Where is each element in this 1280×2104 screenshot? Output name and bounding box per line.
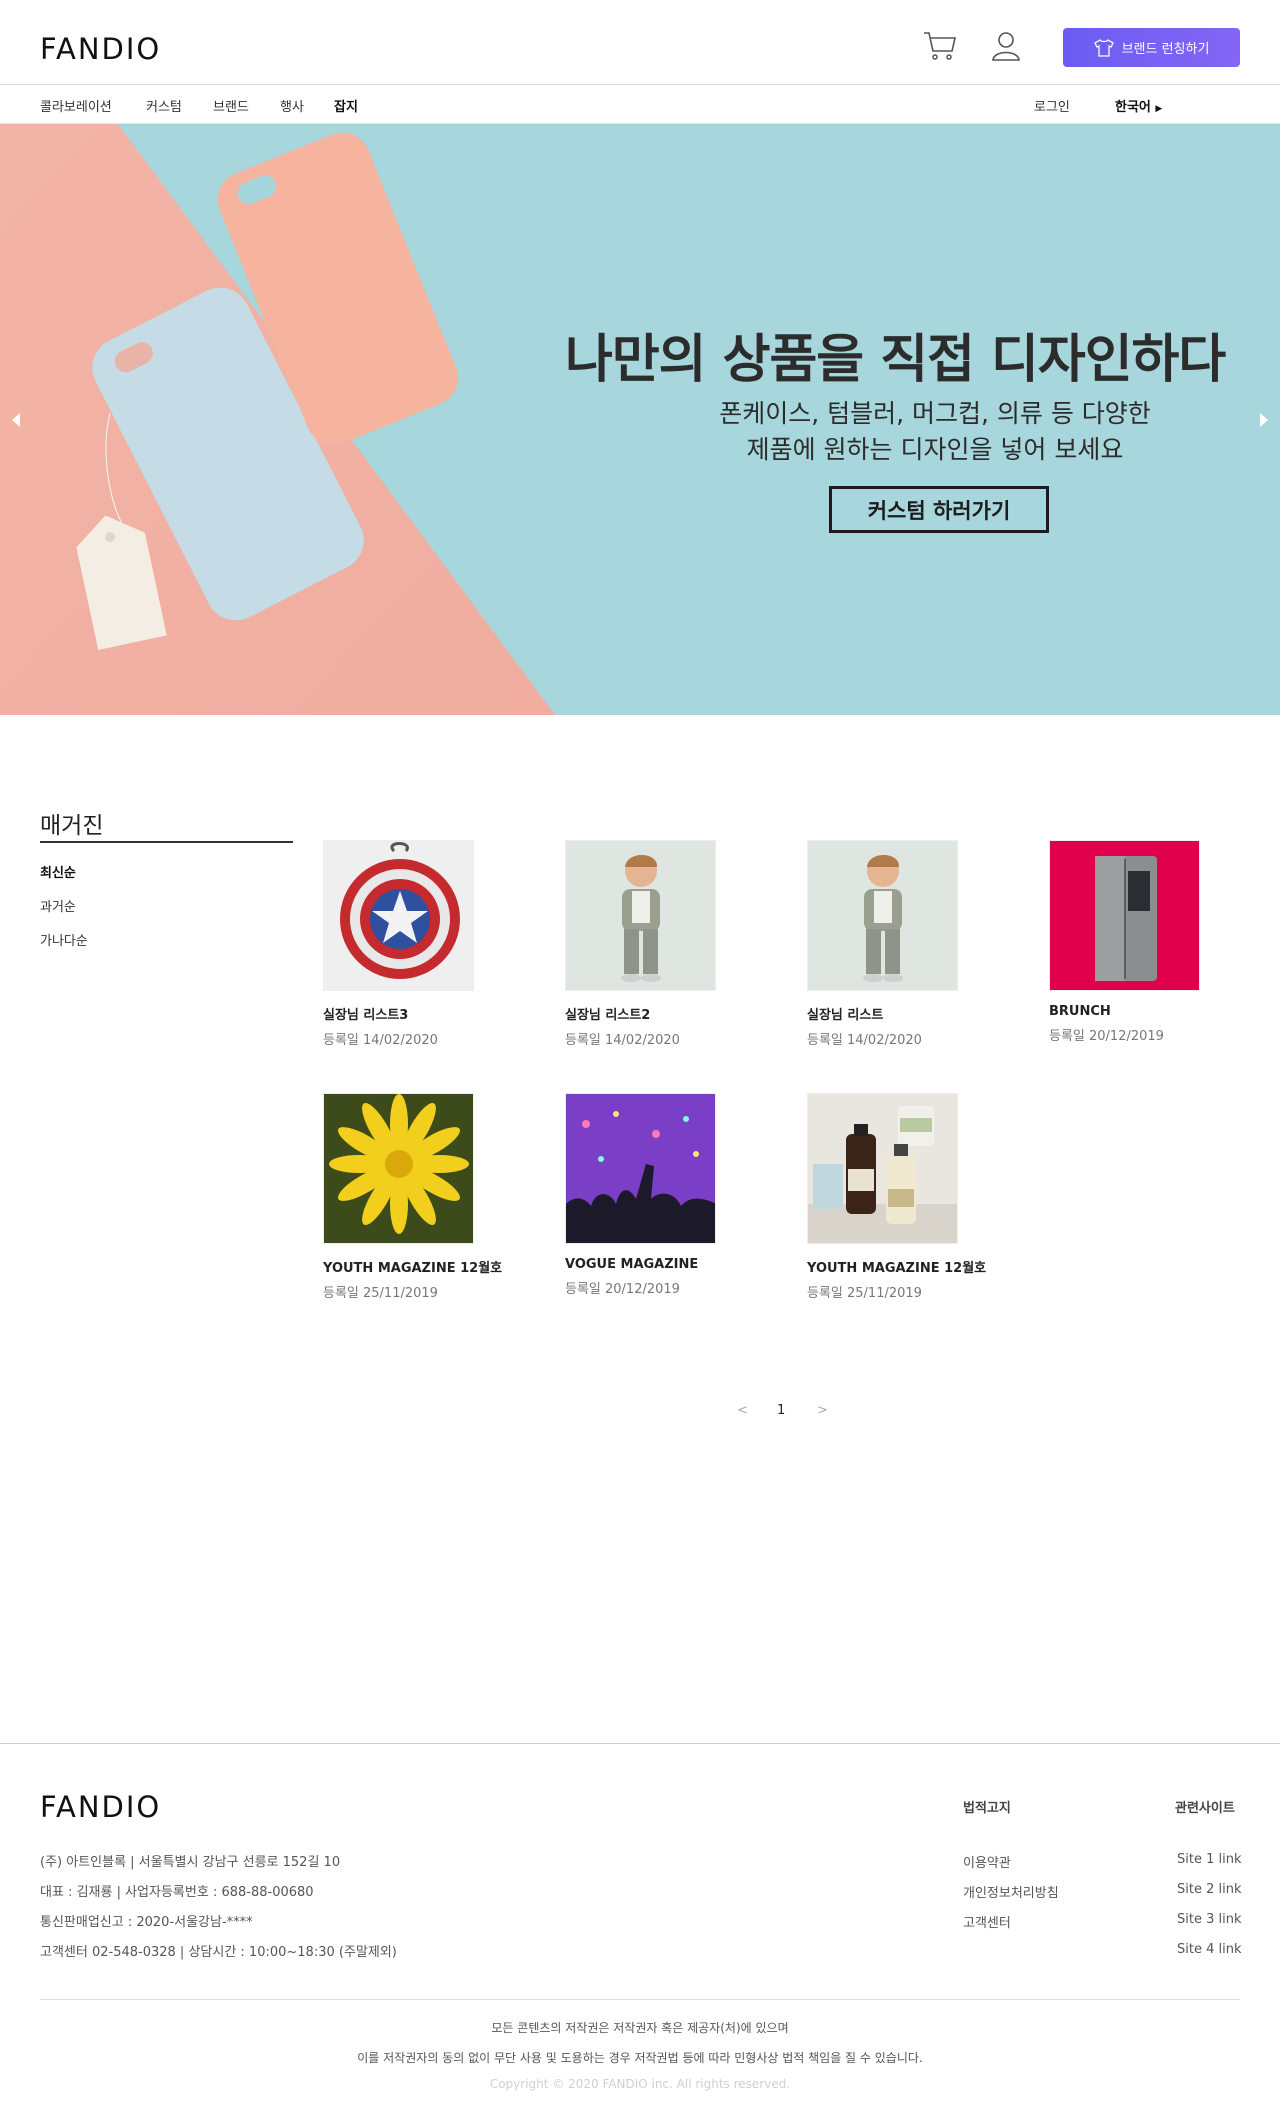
magazine-thumbnail: [565, 840, 716, 991]
magazine-thumbnail: [323, 1093, 474, 1244]
magazine-title: 실장님 리스트2: [565, 1008, 651, 1023]
magazine-card[interactable]: 실장님 리스트3 등록일 14/02/2020: [323, 840, 478, 1048]
pagination: < 1 >: [0, 1403, 1280, 1423]
magazine-card[interactable]: YOUTH MAGAZINE 12월호 등록일 25/11/2019: [807, 1093, 987, 1301]
hero-subtitle-line-1: 폰케이스, 텀블러, 머그컵, 의류 등 다양한: [719, 399, 1151, 428]
page-number[interactable]: 1: [777, 1403, 785, 1418]
magazine-card[interactable]: YOUTH MAGAZINE 12월호 등록일 25/11/2019: [323, 1093, 503, 1301]
sort-oldest[interactable]: 과거순: [40, 896, 76, 915]
page-prev-icon[interactable]: <: [737, 1403, 748, 1418]
magazine-thumbnail: [807, 840, 958, 991]
sidebar-title: 매거진: [40, 813, 104, 839]
tshirt-icon: [1093, 38, 1114, 57]
header: FANDIO 브랜드 런칭하기: [0, 0, 1280, 85]
magazine-card[interactable]: 실장님 리스트2 등록일 14/02/2020: [565, 840, 720, 1048]
sidebar-divider: [40, 841, 293, 843]
terms-link[interactable]: 이용약관: [963, 1852, 1011, 1871]
magazine-title: YOUTH MAGAZINE 12월호: [807, 1261, 987, 1276]
login-link[interactable]: 로그인: [1034, 96, 1070, 115]
sort-latest[interactable]: 최신순: [40, 862, 76, 881]
nav-item-brand[interactable]: 브랜드: [213, 96, 249, 115]
copyright-notice-2: 이를 저작권자의 동의 없이 무단 사용 및 도용하는 경우 저작권법 등에 따…: [357, 2051, 923, 2065]
magazine-date: 등록일 20/12/2019: [1049, 1029, 1164, 1044]
footer-logo[interactable]: FANDIO: [40, 1790, 161, 1824]
privacy-link[interactable]: 개인정보처리방침: [963, 1882, 1059, 1901]
site-2-link[interactable]: Site 2 link: [1177, 1882, 1242, 1897]
carousel-next-icon[interactable]: [1256, 410, 1272, 430]
ecommerce-info: 통신판매업신고 : 2020-서울강남-****: [40, 1915, 253, 1930]
support-link[interactable]: 고객센터: [963, 1912, 1011, 1931]
carousel-prev-icon[interactable]: [8, 410, 24, 430]
sort-alphabetical[interactable]: 가나다순: [40, 930, 88, 949]
magazine-title: 실장님 리스트: [807, 1008, 884, 1023]
site-4-link[interactable]: Site 4 link: [1177, 1942, 1242, 1957]
copyright-notice-3: Copyright © 2020 FANDIO inc. All rights …: [489, 2077, 791, 2091]
hero-title: 나만의 상품을 직접 디자인하다: [565, 330, 1226, 390]
main-nav: 콜라보레이션 커스텀 브랜드 행사 잡지 로그인 한국어 ▶: [0, 85, 1280, 124]
magazine-thumbnail: [807, 1093, 958, 1244]
page-next-icon[interactable]: >: [817, 1403, 828, 1418]
magazine-title: 실장님 리스트3: [323, 1008, 409, 1023]
nav-item-magazine[interactable]: 잡지: [334, 96, 358, 115]
language-label: 한국어: [1115, 100, 1151, 115]
magazine-thumbnail: [323, 840, 474, 991]
cart-icon[interactable]: [922, 30, 958, 62]
brand-launch-button[interactable]: 브랜드 런칭하기: [1063, 28, 1240, 67]
nav-item-collaboration[interactable]: 콜라보레이션: [40, 96, 112, 115]
footer-divider: [0, 1743, 1280, 1744]
nav-item-event[interactable]: 행사: [280, 96, 304, 115]
site-1-link[interactable]: Site 1 link: [1177, 1852, 1242, 1867]
site-3-link[interactable]: Site 3 link: [1177, 1912, 1242, 1927]
magazine-date: 등록일 25/11/2019: [323, 1286, 438, 1301]
brand-launch-label: 브랜드 런칭하기: [1121, 42, 1210, 57]
magazine-card[interactable]: BRUNCH 등록일 20/12/2019: [1049, 840, 1204, 1044]
user-icon[interactable]: [990, 30, 1022, 62]
company-info: (주) 아트인블록 | 서울특별시 강남구 선릉로 152길 10: [40, 1855, 341, 1870]
magazine-title: VOGUE MAGAZINE: [565, 1257, 699, 1272]
hero-subtitle: 폰케이스, 텀블러, 머그컵, 의류 등 다양한 제품에 원하는 디자인을 넣어…: [640, 396, 1230, 468]
custom-cta-button[interactable]: 커스텀 하러가기: [829, 486, 1049, 533]
hero-banner: 나만의 상품을 직접 디자인하다 폰케이스, 텀블러, 머그컵, 의류 등 다양…: [0, 124, 1280, 715]
hero-subtitle-line-2: 제품에 원하는 디자인을 넣어 보세요: [746, 435, 1124, 464]
magazine-title: BRUNCH: [1049, 1004, 1111, 1019]
logo[interactable]: FANDIO: [40, 32, 161, 66]
related-sites-title: 관련사이트: [1175, 1801, 1235, 1816]
magazine-date: 등록일 14/02/2020: [565, 1033, 680, 1048]
magazine-title: YOUTH MAGAZINE 12월호: [323, 1261, 503, 1276]
magazine-date: 등록일 25/11/2019: [807, 1286, 922, 1301]
magazine-thumbnail: [1049, 840, 1200, 991]
magazine-thumbnail: [565, 1093, 716, 1244]
caret-right-icon: ▶: [1155, 104, 1163, 114]
language-selector[interactable]: 한국어 ▶: [1115, 96, 1162, 115]
magazine-card[interactable]: VOGUE MAGAZINE 등록일 20/12/2019: [565, 1093, 720, 1297]
legal-title: 법적고지: [963, 1801, 1011, 1816]
magazine-date: 등록일 20/12/2019: [565, 1282, 680, 1297]
ceo-info: 대표 : 김재룡 | 사업자등록번호 : 688-88-00680: [40, 1885, 314, 1900]
magazine-card[interactable]: 실장님 리스트 등록일 14/02/2020: [807, 840, 962, 1048]
magazine-date: 등록일 14/02/2020: [323, 1033, 438, 1048]
customer-center-info: 고객센터 02-548-0328 | 상담시간 : 10:00~18:30 (주…: [40, 1945, 397, 1960]
footer-separator: [40, 1999, 1240, 2000]
magazine-date: 등록일 14/02/2020: [807, 1033, 922, 1048]
nav-item-custom[interactable]: 커스텀: [146, 96, 182, 115]
copyright-notice-1: 모든 콘텐츠의 저작권은 저작권자 혹은 제공자(처)에 있으며: [491, 2021, 789, 2035]
